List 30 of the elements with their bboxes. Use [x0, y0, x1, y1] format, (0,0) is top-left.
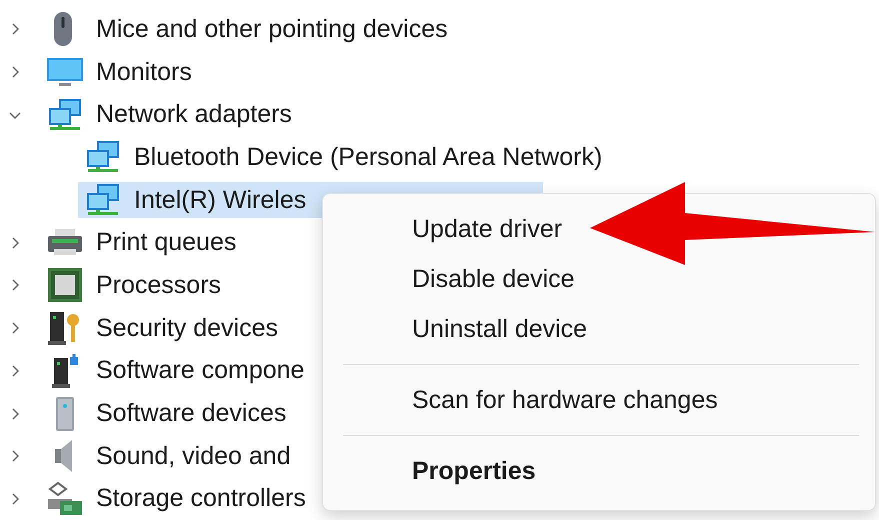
tree-item[interactable]: Storage controllers [40, 480, 312, 517]
tree-item[interactable]: Network adapters [40, 96, 298, 133]
tree-item[interactable]: Mice and other pointing devices [40, 11, 454, 48]
tree-item-label: Sound, video and [96, 442, 291, 471]
tree-item[interactable]: Processors [40, 267, 228, 304]
tree-item-label: Bluetooth Device (Personal Area Network) [134, 142, 602, 172]
tree-item-label: Intel(R) Wireles [134, 186, 306, 215]
tree-item[interactable]: Monitors [40, 54, 198, 90]
tree-item-label: Network adapters [96, 100, 292, 130]
menu-item[interactable]: Properties [343, 446, 859, 496]
menu-item[interactable]: Scan for hardware changes [343, 375, 859, 425]
tree-item[interactable]: Software compone [40, 352, 310, 389]
tree-item[interactable]: Bluetooth Device (Personal Area Network) [78, 139, 608, 176]
tree-item[interactable]: Software devices [40, 396, 292, 432]
tree-item[interactable]: Sound, video and [40, 438, 297, 474]
chip-icon [46, 267, 84, 304]
tree-item-label: Storage controllers [96, 484, 306, 514]
tree-item[interactable]: Print queues [40, 224, 242, 261]
menu-item[interactable]: Uninstall device [343, 304, 859, 354]
tree-item[interactable]: Security devices [40, 310, 284, 346]
network-icon [46, 96, 84, 133]
tree-item-label: Processors [96, 270, 222, 300]
tree-item-label: Software compone [96, 356, 304, 386]
menu-item[interactable]: Disable device [343, 254, 859, 304]
tree-item-label: Security devices [96, 314, 278, 343]
tree-item-label: Print queues [96, 228, 236, 258]
tree-item-label: Monitors [96, 58, 192, 87]
storage-icon [46, 480, 84, 517]
tree-item-label: Software devices [96, 399, 286, 428]
tree-item-label: Mice and other pointing devices [96, 14, 448, 44]
